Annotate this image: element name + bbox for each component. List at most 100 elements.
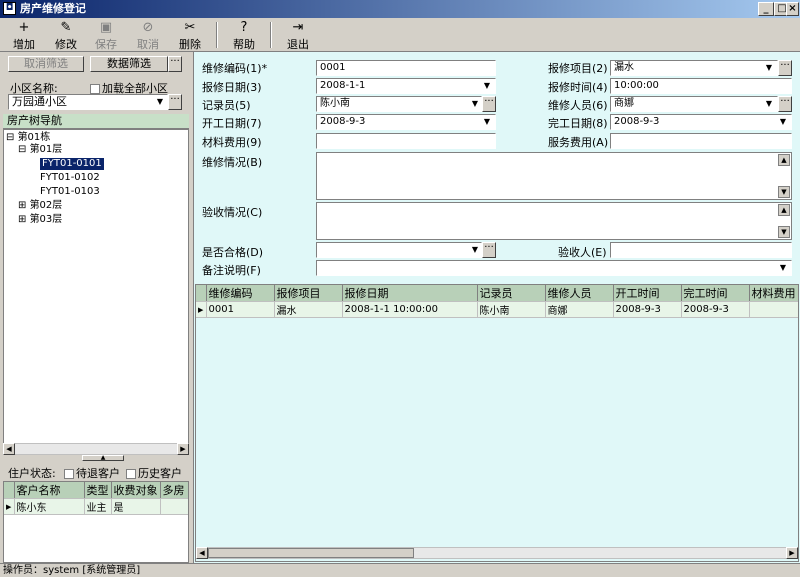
report-date-field[interactable]: 2008-1-1 <box>316 78 496 94</box>
column-header[interactable]: 收费对象 <box>111 482 161 499</box>
recorder-label: 记录员(5) <box>202 99 251 112</box>
chevron-down-icon[interactable]: ▼ <box>470 243 480 257</box>
material-field[interactable] <box>316 133 496 149</box>
filter-ellipsis-button[interactable]: ··· <box>168 56 182 72</box>
table-cell[interactable] <box>749 301 798 318</box>
tree-node-room2[interactable]: FYT01-0102 <box>40 172 100 184</box>
repair-no-field[interactable]: 0001 <box>316 60 496 76</box>
close-button[interactable]: × <box>786 2 799 16</box>
tree-node-floor3[interactable]: ⊞ 第03层 <box>18 214 62 226</box>
acceptor-field[interactable] <box>610 242 792 258</box>
table-cell[interactable]: 漏水 <box>274 301 343 318</box>
column-header[interactable]: 记录员 <box>477 285 546 302</box>
tenant-grid[interactable]: 客户名称 类型 收费对象 多房 ▶ 陈小东 业主 是 <box>3 481 189 563</box>
column-header[interactable]: 多房 <box>160 482 188 499</box>
cancel-button[interactable]: ⊘ 取消 <box>132 20 164 51</box>
recorder-ellipsis[interactable]: ··· <box>482 96 496 112</box>
scroll-down-icon[interactable]: ▼ <box>778 226 790 238</box>
service-field[interactable] <box>610 133 792 149</box>
records-grid[interactable]: 维修编码 报修项目 报修日期 记录员 维修人员 开工时间 完工时间 材料费用 ▶… <box>195 284 799 562</box>
column-header[interactable]: 维修人员 <box>545 285 614 302</box>
scroll-down-icon[interactable]: ▼ <box>778 186 790 198</box>
property-tree[interactable]: ⊟ 第01栋 ⊟ 第01层 FYT01-0101 FYT01-0102 FYT0… <box>3 129 189 444</box>
column-header[interactable]: 报修日期 <box>342 285 478 302</box>
tree-node-room1[interactable]: FYT01-0101 <box>40 158 104 170</box>
data-filter-button[interactable]: 数据筛选 <box>90 56 168 72</box>
table-cell[interactable] <box>160 498 188 515</box>
scroll-right-icon[interactable]: ▶ <box>786 547 798 559</box>
qualified-ellipsis[interactable]: ··· <box>482 242 496 258</box>
chevron-down-icon[interactable]: ▼ <box>778 115 788 129</box>
scroll-left-icon[interactable]: ◀ <box>3 443 15 455</box>
splitter-toggle[interactable]: ▲ <box>82 455 124 461</box>
community-ellipsis-button[interactable]: ··· <box>168 94 182 110</box>
chevron-down-icon[interactable]: ▼ <box>764 61 774 75</box>
building-label: 第01栋 <box>17 132 51 143</box>
accept-desc-textarea[interactable]: ▲ ▼ <box>316 202 792 240</box>
cancel-filter-button[interactable]: 取消筛选 <box>8 56 84 72</box>
exit-icon: ⇥ <box>292 20 304 35</box>
table-cell[interactable]: 商娜 <box>545 301 614 318</box>
table-cell[interactable]: 业主 <box>84 498 112 515</box>
report-time-field[interactable]: 10:00:00 <box>610 78 792 94</box>
scroll-right-icon[interactable]: ▶ <box>177 443 189 455</box>
table-cell[interactable]: 陈小南 <box>477 301 546 318</box>
exit-button[interactable]: ⇥ 退出 <box>282 20 314 51</box>
chevron-down-icon[interactable]: ▼ <box>155 95 165 109</box>
chevron-down-icon[interactable]: ▼ <box>482 115 492 129</box>
column-header[interactable]: 开工时间 <box>613 285 682 302</box>
repair-desc-textarea[interactable]: ▲ ▼ <box>316 152 792 200</box>
tree-node-building[interactable]: ⊟ 第01栋 <box>6 132 50 144</box>
finish-date-field[interactable]: 2008-9-3 <box>610 114 792 130</box>
start-date-field[interactable]: 2008-9-3 <box>316 114 496 130</box>
chevron-down-icon[interactable]: ▼ <box>778 261 788 275</box>
pending-label: 待退客户 <box>76 467 120 480</box>
chevron-down-icon[interactable]: ▼ <box>482 79 492 93</box>
recorder-select[interactable]: 陈小南 <box>316 96 482 112</box>
delete-button[interactable]: ✂ 删除 <box>174 20 206 51</box>
table-cell[interactable]: 2008-1-1 10:00:00 <box>342 301 478 318</box>
table-cell[interactable]: 是 <box>111 498 161 515</box>
table-cell[interactable]: 0001 <box>206 301 275 318</box>
column-header[interactable]: 维修编码 <box>206 285 275 302</box>
scroll-left-icon[interactable]: ◀ <box>196 547 208 559</box>
column-header[interactable]: 报修项目 <box>274 285 343 302</box>
grid-scroll-thumb[interactable] <box>208 548 414 558</box>
minimize-button[interactable]: _ <box>758 2 774 16</box>
add-icon: + <box>18 20 30 35</box>
chevron-down-icon[interactable]: ▼ <box>764 97 774 111</box>
column-header[interactable]: 完工时间 <box>681 285 750 302</box>
tree-node-room3[interactable]: FYT01-0103 <box>40 186 100 198</box>
table-cell[interactable]: 陈小东 <box>14 498 85 515</box>
history-checkbox[interactable]: 历史客户 <box>126 465 182 481</box>
tree-hscrollbar[interactable] <box>3 443 189 455</box>
window-title: 房产维修登记 <box>20 2 86 15</box>
tree-node-floor2[interactable]: ⊞ 第02层 <box>18 200 62 212</box>
repairer-select[interactable]: 商娜 <box>610 96 778 112</box>
pending-checkbox[interactable]: 待退客户 <box>64 465 120 481</box>
scroll-up-icon[interactable]: ▲ <box>778 204 790 216</box>
qualified-select[interactable] <box>316 242 482 258</box>
repairer-ellipsis[interactable]: ··· <box>778 96 792 112</box>
remark-select[interactable] <box>316 260 792 276</box>
repair-item-select[interactable]: 漏水 <box>610 60 778 76</box>
delete-label: 删除 <box>179 38 201 51</box>
table-row[interactable]: ▶ 陈小东 业主 是 <box>4 498 188 515</box>
save-button[interactable]: ▣ 保存 <box>90 20 122 51</box>
tree-node-floor1[interactable]: ⊟ 第01层 <box>18 144 62 156</box>
help-button[interactable]: ? 帮助 <box>228 20 260 51</box>
community-select[interactable]: 万园通小区 <box>8 94 168 110</box>
column-header[interactable]: 材料费用 <box>749 285 798 302</box>
cancel-icon: ⊘ <box>142 20 154 35</box>
scroll-up-icon[interactable]: ▲ <box>778 154 790 166</box>
edit-label: 修改 <box>55 38 77 51</box>
chevron-down-icon[interactable]: ▼ <box>470 97 480 111</box>
column-header[interactable]: 类型 <box>84 482 112 499</box>
table-cell[interactable]: 2008-9-3 <box>613 301 682 318</box>
table-cell[interactable]: 2008-9-3 <box>681 301 750 318</box>
table-row[interactable]: ▶ 0001 漏水 2008-1-1 10:00:00 陈小南 商娜 2008-… <box>196 301 798 318</box>
add-button[interactable]: + 增加 <box>8 20 40 51</box>
repair-item-ellipsis[interactable]: ··· <box>778 60 792 76</box>
column-header[interactable]: 客户名称 <box>14 482 85 499</box>
edit-button[interactable]: ✎ 修改 <box>50 20 82 51</box>
